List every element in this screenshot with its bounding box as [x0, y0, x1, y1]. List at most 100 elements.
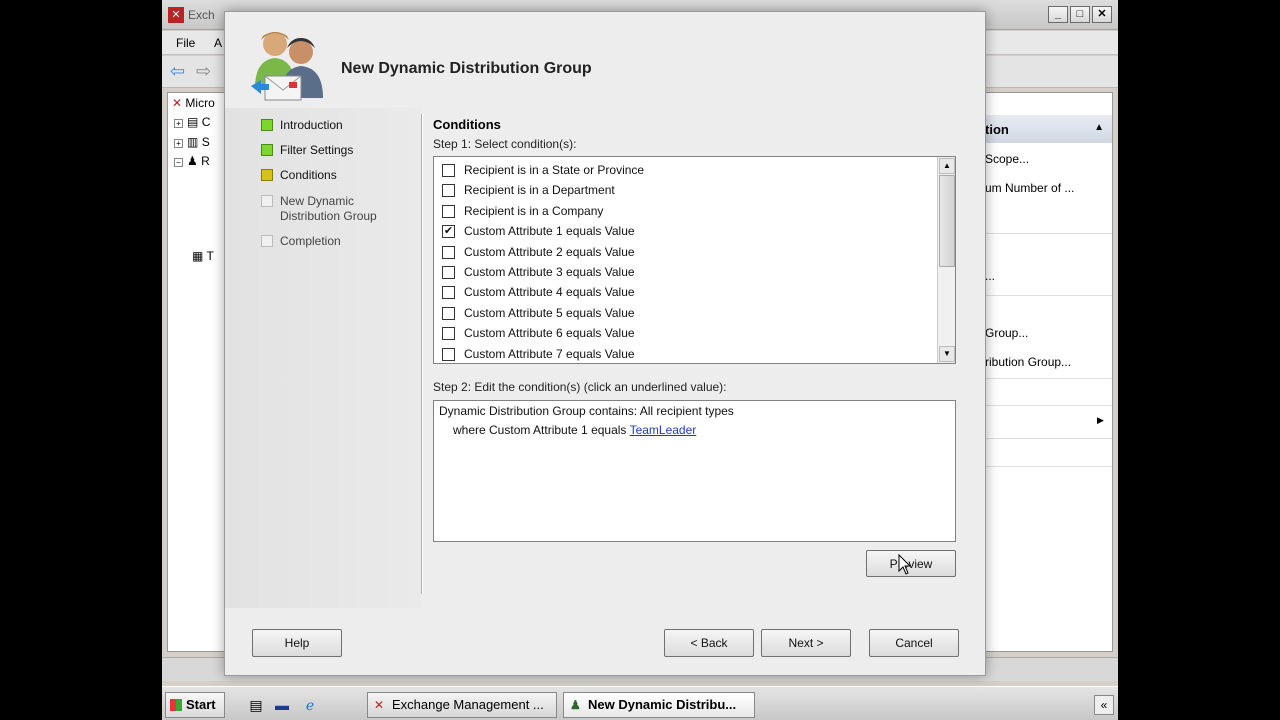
next-button[interactable]: Next > [761, 629, 851, 657]
condition-item[interactable]: Recipient is in a Department [442, 180, 615, 200]
condition-label: Custom Attribute 5 equals Value [464, 305, 635, 320]
expand-icon[interactable]: + [174, 139, 183, 148]
menu-action[interactable]: A [214, 36, 222, 50]
server-manager-icon[interactable]: ▤ [248, 697, 264, 713]
checkbox-icon[interactable] [442, 306, 455, 320]
step-introduction: Introduction [261, 118, 343, 133]
start-button[interactable]: Start [165, 692, 225, 718]
scroll-down-icon[interactable]: ▼ [939, 346, 955, 362]
expand-icon[interactable]: + [174, 119, 183, 128]
condition-item[interactable]: Custom Attribute 5 equals Value [442, 303, 635, 323]
condition-item[interactable]: Recipient is in a State or Province [442, 160, 644, 180]
checkbox-icon[interactable] [442, 347, 455, 361]
checkbox-icon[interactable] [442, 204, 455, 218]
desktop: ✕ Exch _ □ ✕ File A ⇦ ⇨ ✕ Micro + ▤ C + ▥ … [162, 0, 1118, 720]
condition-item[interactable]: Custom Attribute 4 equals Value [442, 282, 635, 302]
checkbox-icon[interactable] [442, 286, 455, 300]
step-completion: Completion [261, 234, 341, 249]
action-new-distribution-group[interactable]: ribution Group... [985, 355, 1071, 369]
divider [421, 114, 423, 594]
task-new-dynamic-group[interactable]: ♟ New Dynamic Distribu... [563, 692, 755, 718]
checkbox-icon[interactable] [442, 164, 455, 177]
cancel-button[interactable]: Cancel [869, 629, 959, 657]
divider [985, 378, 1112, 379]
vertical-scrollbar[interactable]: ▲ ▼ [937, 157, 955, 363]
tree-node-server[interactable]: + ▥ S [174, 135, 210, 149]
distribution-group-icon [251, 32, 323, 101]
step-done-icon [261, 119, 273, 131]
window-controls: _ □ ✕ [1048, 6, 1112, 23]
condition-item[interactable]: Recipient is in a Company [442, 201, 603, 221]
collapse-icon[interactable]: − [174, 158, 183, 167]
action-more[interactable]: ... [985, 269, 995, 283]
menu-file[interactable]: File [176, 36, 195, 50]
internet-explorer-icon[interactable]: ℯ [302, 697, 318, 713]
condition-value-link[interactable]: TeamLeader [630, 423, 697, 437]
tree-node-toolbox[interactable]: ▦ T [192, 249, 214, 263]
checkbox-icon[interactable] [442, 184, 455, 198]
conditions-list: Recipient is in a State or Province Recip… [433, 156, 956, 364]
windows-flag-icon [170, 699, 182, 711]
condition-label: Custom Attribute 7 equals Value [464, 346, 635, 361]
back-arrow-icon[interactable]: ⇦ [170, 62, 185, 80]
condition-item[interactable]: Custom Attribute 6 equals Value [442, 323, 635, 343]
checkbox-icon[interactable] [442, 245, 455, 259]
condition-label: Custom Attribute 4 equals Value [464, 285, 635, 300]
taskbar: Start ▤ ▬ ℯ ✕ Exchange Management ... ♟ … [162, 686, 1118, 720]
action-max-number[interactable]: um Number of ... [985, 181, 1074, 195]
condition-item[interactable]: ✔ Custom Attribute 1 equals Value [442, 221, 635, 241]
condition-item[interactable]: Custom Attribute 3 equals Value [442, 262, 635, 282]
tree-root[interactable]: ✕ Micro [172, 96, 215, 110]
group-icon: ♟ [570, 698, 581, 712]
wizard-header: New Dynamic Distribution Group [225, 12, 985, 108]
condition-item[interactable]: Custom Attribute 7 equals Value [442, 344, 635, 363]
condition-item[interactable]: Custom Attribute 2 equals Value [442, 242, 635, 262]
checkbox-checked-icon[interactable]: ✔ [442, 225, 455, 239]
tree-node-org[interactable]: + ▤ C [174, 115, 210, 129]
help-button[interactable]: Help [252, 629, 342, 657]
back-button[interactable]: < Back [664, 629, 754, 657]
condition-editor: Dynamic Distribution Group contains: All… [433, 400, 956, 542]
divider [985, 233, 1112, 234]
server-icon: ▥ [187, 135, 199, 149]
maximize-button[interactable]: □ [1070, 6, 1090, 23]
collapse-up-icon[interactable]: ▲ [1094, 122, 1104, 133]
checkbox-icon[interactable] [442, 327, 455, 341]
condition-label: Custom Attribute 1 equals Value [464, 224, 635, 239]
action-scope[interactable]: Scope... [985, 152, 1029, 166]
exchange-icon: ✕ [374, 698, 385, 712]
actions-header[interactable]: tion ▲ [985, 115, 1112, 143]
condition-label: Custom Attribute 3 equals Value [464, 265, 635, 279]
scroll-up-icon[interactable]: ▲ [939, 158, 955, 174]
step-pending-icon [261, 235, 273, 247]
action-new-group[interactable]: Group... [985, 326, 1028, 340]
condition-label: Custom Attribute 2 equals Value [464, 244, 635, 259]
forward-arrow-icon[interactable]: ⇨ [196, 62, 211, 80]
checkbox-icon[interactable] [442, 266, 455, 279]
divider [985, 405, 1112, 406]
user-icon: ♟ [187, 154, 198, 168]
scroll-thumb[interactable] [939, 175, 955, 267]
wizard-title: New Dynamic Distribution Group [341, 60, 592, 77]
console-title: Exch [188, 8, 215, 22]
tree-node-recipient[interactable]: − ♟ R [174, 154, 210, 168]
tray-expand-button[interactable]: « [1094, 695, 1114, 715]
step-done-icon [261, 144, 273, 156]
exchange-icon: ✕ [172, 96, 183, 110]
wizard-steps: Introduction Filter Settings Conditions … [225, 108, 421, 608]
task-exchange-console[interactable]: ✕ Exchange Management ... [367, 692, 557, 718]
condition-label: Recipient is in a Department [464, 183, 615, 198]
divider [985, 438, 1112, 439]
close-button[interactable]: ✕ [1092, 6, 1112, 23]
powershell-icon[interactable]: ▬ [274, 697, 290, 713]
section-title: Conditions [433, 117, 501, 132]
step-new-group: New Dynamic Distribution Group [261, 194, 381, 224]
divider [985, 295, 1112, 296]
minimize-button[interactable]: _ [1048, 6, 1068, 23]
condition-label: Recipient is in a Company [464, 203, 604, 218]
condition-label: Recipient is in a State or Province [464, 163, 645, 177]
step-conditions: Conditions [261, 168, 337, 183]
condition-detail: where Custom Attribute 1 equals TeamLead… [453, 423, 697, 437]
server-icon: ▤ [187, 115, 199, 129]
submenu-arrow-icon[interactable]: ▶ [1097, 415, 1104, 426]
